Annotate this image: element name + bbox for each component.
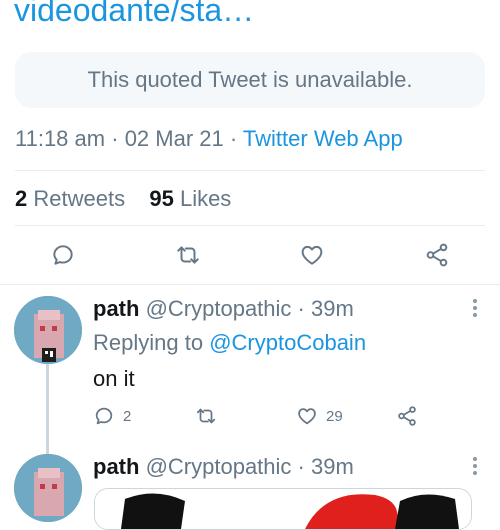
likes-stat[interactable]: 95 Likes <box>149 186 231 211</box>
retweets-stat[interactable]: 2 Retweets <box>15 186 125 211</box>
heart-icon <box>299 242 325 268</box>
tweet-source-link[interactable]: Twitter Web App <box>243 126 403 151</box>
reply-count: 2 <box>123 407 132 425</box>
divider <box>15 225 485 226</box>
retweet-icon <box>194 405 218 427</box>
reply-icon <box>93 405 115 427</box>
reply-icon <box>50 242 76 268</box>
separator: · <box>297 454 305 479</box>
media-preview[interactable] <box>94 488 472 530</box>
avatar[interactable] <box>14 454 82 522</box>
separator: · <box>229 126 238 151</box>
more-vertical-icon[interactable] <box>470 296 480 320</box>
quoted-tweet-box: This quoted Tweet is unavailable. <box>15 52 485 108</box>
avatar[interactable] <box>14 296 82 364</box>
replying-to-handle[interactable]: @CryptoCobain <box>209 330 366 355</box>
divider <box>0 284 500 285</box>
retweets-count: 2 <box>15 186 28 211</box>
retweets-label: Retweets <box>33 186 126 211</box>
reply-header: path @Cryptopathic · 39m <box>93 454 354 480</box>
share-icon <box>396 405 418 427</box>
divider <box>15 170 485 171</box>
replying-to: Replying to @CryptoCobain <box>93 330 366 356</box>
separator: · <box>111 126 119 151</box>
likes-label: Likes <box>179 186 232 211</box>
reply-time: 39m <box>311 296 354 321</box>
tweet-date: 02 Mar 21 <box>124 126 224 151</box>
separator: · <box>297 296 305 321</box>
tweet-link-text[interactable]: videodante/sta… <box>14 0 254 29</box>
thread-line <box>46 364 49 454</box>
like-button[interactable]: 29 <box>296 405 343 427</box>
retweet-button[interactable] <box>194 405 218 427</box>
like-button[interactable] <box>299 242 325 268</box>
share-icon <box>424 242 450 268</box>
reply-text: on it <box>93 366 135 391</box>
share-button[interactable] <box>396 405 418 427</box>
share-button[interactable] <box>424 242 450 268</box>
reply-button[interactable]: 2 <box>93 405 131 427</box>
tweet-stats: 2 Retweets 95 Likes <box>15 186 231 212</box>
reply-time: 39m <box>311 454 354 479</box>
author-name[interactable]: path <box>93 296 139 321</box>
author-handle[interactable]: @Cryptopathic <box>146 296 292 321</box>
likes-count: 95 <box>149 186 174 211</box>
reply-button[interactable] <box>50 242 76 268</box>
like-count: 29 <box>326 407 343 425</box>
more-vertical-icon[interactable] <box>470 454 480 478</box>
heart-icon <box>296 405 318 427</box>
author-handle[interactable]: @Cryptopathic <box>146 454 292 479</box>
replying-prefix: Replying to <box>93 330 204 355</box>
retweet-button[interactable] <box>174 242 202 268</box>
tweet-timestamp: 11:18 am · 02 Mar 21 · Twitter Web App <box>15 126 403 152</box>
author-name[interactable]: path <box>93 454 139 479</box>
quoted-tweet-notice: This quoted Tweet is unavailable. <box>87 67 413 92</box>
retweet-icon <box>174 242 202 268</box>
tweet-time: 11:18 am <box>15 126 106 151</box>
reply-header: path @Cryptopathic · 39m <box>93 296 354 322</box>
